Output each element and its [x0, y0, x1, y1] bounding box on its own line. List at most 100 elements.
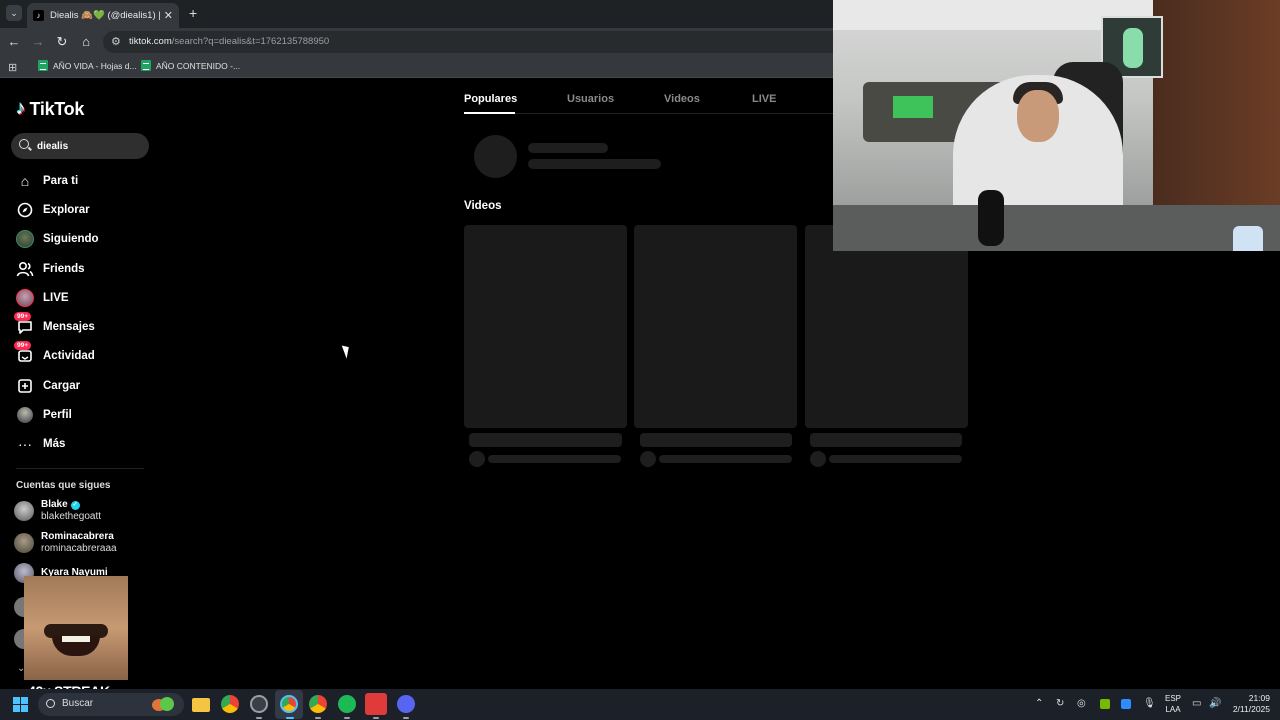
windows-start-icon[interactable]: [13, 697, 28, 712]
search-icon: [46, 699, 55, 708]
taskbar-search[interactable]: Buscar: [38, 693, 184, 716]
nvidia-icon[interactable]: [1100, 699, 1110, 709]
sync-icon[interactable]: ↻: [1056, 698, 1064, 709]
sidebar-item-label: Actividad: [43, 350, 95, 363]
webcam-pillow: [893, 96, 933, 118]
active-indicator: [286, 717, 294, 719]
sidebar-item-explorar[interactable]: Explorar: [0, 195, 160, 224]
obs-icon[interactable]: ◎: [1077, 698, 1086, 709]
file-explorer-icon[interactable]: [192, 698, 210, 712]
forward-icon[interactable]: →: [30, 34, 46, 50]
sidebar-item-label: LIVE: [43, 291, 69, 304]
video-author-skeleton: [829, 455, 962, 463]
webcam-bottle: [1233, 226, 1263, 251]
url-text: tiktok.com/search?q=diealis&t=1762135788…: [129, 36, 329, 47]
back-icon[interactable]: ←: [6, 34, 22, 50]
bookmark-ano-contenido[interactable]: AÑO CONTENIDO -...: [141, 60, 240, 71]
avatar: [14, 501, 34, 521]
tab-usuarios[interactable]: Usuarios: [567, 93, 614, 105]
webcam-face: [1017, 90, 1059, 142]
bookmark-label: AÑO VIDA - Hojas d...: [53, 60, 137, 71]
microphone-icon[interactable]: 🎙: [1143, 698, 1156, 709]
video-card-skeleton[interactable]: [634, 225, 797, 428]
chevron-up-icon[interactable]: ⌃: [1035, 698, 1043, 709]
language-indicator[interactable]: ESP LAA: [1165, 693, 1181, 715]
lang-top: ESP: [1165, 694, 1182, 703]
sidebar-item-actividad[interactable]: 99+ Actividad: [0, 341, 160, 371]
bookmarks-bar: ⊞ AÑO VIDA - Hojas d... AÑO CONTENIDO -.…: [0, 56, 834, 78]
avatar: [16, 288, 34, 307]
chevron-down-icon[interactable]: ⌄: [6, 5, 22, 21]
discord-icon[interactable]: [397, 695, 415, 713]
video-title-skeleton: [810, 433, 962, 447]
close-icon[interactable]: ✕: [164, 9, 173, 22]
sidebar-item-siguiendo[interactable]: Siguiendo: [0, 225, 160, 254]
video-avatar-skeleton: [810, 451, 826, 467]
tiktok-logo[interactable]: ♪ TikTok: [16, 98, 84, 120]
user-name-skeleton: [528, 143, 608, 153]
clock-date: 2/11/2025: [1232, 704, 1270, 714]
sidebar-item-para-ti[interactable]: ⌂ Para ti: [0, 166, 160, 195]
browser-tab[interactable]: ♪ Diealis 🙈💚 (@diealis1) | TikT ✕: [27, 3, 179, 28]
video-card-skeleton[interactable]: [464, 225, 627, 428]
url-host: tiktok.com: [129, 36, 172, 47]
tab-populares[interactable]: Populares: [464, 93, 517, 105]
sidebar-item-label: Más: [43, 438, 66, 451]
video-title-skeleton: [640, 433, 792, 447]
sidebar-item-perfil[interactable]: Perfil: [0, 400, 160, 429]
streaming-app-icon[interactable]: [365, 693, 387, 715]
active-tab-indicator: [464, 112, 515, 114]
site-settings-icon[interactable]: ⚙: [111, 35, 121, 48]
tiktok-note-icon: ♪: [16, 98, 26, 119]
new-tab-button[interactable]: +: [189, 5, 197, 21]
sidebar-item-live[interactable]: LIVE: [0, 283, 160, 312]
address-bar[interactable]: ⚙ tiktok.com/search?q=diealis&t=17621357…: [103, 31, 834, 53]
webcam-microphone: [978, 190, 1004, 246]
notification-badge: 99+: [14, 312, 32, 322]
sidebar-item-label: Siguiendo: [43, 233, 99, 246]
sidebar-item-friends[interactable]: Friends: [0, 254, 160, 283]
home-icon[interactable]: ⌂: [78, 34, 94, 50]
spotify-icon[interactable]: [338, 695, 356, 713]
friends-icon: [16, 260, 34, 278]
following-section-title: Cuentas que sigues: [16, 480, 111, 491]
search-icon[interactable]: [19, 139, 29, 149]
search-box[interactable]: [11, 133, 149, 159]
webcam-desk: [833, 205, 1280, 251]
video-author-skeleton: [488, 455, 621, 463]
chrome-icon[interactable]: [221, 695, 239, 713]
sidebar-item-cargar[interactable]: Cargar: [0, 371, 160, 400]
bookmark-ano-vida[interactable]: AÑO VIDA - Hojas d...: [38, 60, 137, 71]
verified-icon: ✓: [70, 500, 80, 510]
sidebar-item-label: Cargar: [43, 379, 81, 392]
chrome-icon[interactable]: [309, 695, 327, 713]
reload-icon[interactable]: ↻: [54, 34, 70, 50]
volume-icon[interactable]: 🔊: [1209, 698, 1221, 709]
sidebar-item-mensajes[interactable]: 99+ Mensajes: [0, 312, 160, 341]
sidebar-item-label: Explorar: [43, 203, 90, 216]
user-meta-skeleton: [528, 159, 661, 169]
sidebar-item-mas[interactable]: ··· Más: [0, 430, 160, 459]
results-tabs: Populares Usuarios Videos LIVE: [464, 81, 834, 114]
following-account[interactable]: Rominacabrera rominacabreraaa: [14, 531, 117, 555]
video-card-skeleton[interactable]: [805, 225, 968, 428]
network-app-icon[interactable]: [1121, 699, 1131, 709]
running-indicator: [373, 717, 379, 719]
weather-icon[interactable]: [150, 695, 180, 715]
webcam-overlay: [833, 0, 1280, 251]
tab-live[interactable]: LIVE: [752, 93, 776, 105]
network-icon[interactable]: ▭: [1192, 698, 1201, 709]
sidebar-item-label: Mensajes: [43, 321, 95, 334]
chrome-profile-icon[interactable]: [250, 695, 268, 713]
account-name: Blake: [41, 499, 68, 510]
avatar: [16, 406, 34, 424]
tab-videos[interactable]: Videos: [664, 93, 700, 105]
tab-title: Diealis 🙈💚 (@diealis1) | TikT: [50, 10, 160, 21]
bookmark-label: AÑO CONTENIDO -...: [156, 60, 241, 71]
search-input[interactable]: [37, 137, 145, 155]
system-clock[interactable]: 21:09 2/11/2025: [1230, 693, 1270, 715]
apps-grid-icon[interactable]: ⊞: [8, 61, 17, 74]
following-account[interactable]: Blake ✓ blakethegoatt: [14, 499, 101, 523]
chrome-active-icon[interactable]: [280, 695, 298, 713]
user-avatar-skeleton: [474, 135, 517, 178]
